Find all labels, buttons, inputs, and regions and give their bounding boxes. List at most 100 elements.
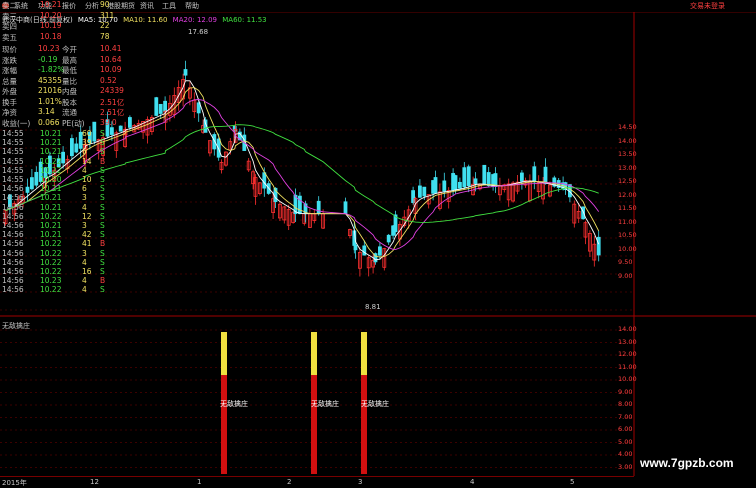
indicator-title: 无敌擒庄 — [2, 322, 30, 330]
tick-price: 10.21 — [40, 147, 62, 157]
stat-value: -1.82% — [38, 65, 65, 74]
tick-time: 14:55 — [2, 175, 24, 184]
price-tick-label: 12.50 — [618, 177, 637, 185]
candle-body — [457, 181, 462, 189]
date-label: 1 — [197, 478, 202, 486]
candle-body — [377, 246, 382, 256]
stat-row: 涨幅 -1.82% 最低 10.09 — [0, 65, 122, 75]
candle-body — [532, 166, 537, 183]
stat-row: 外盘 21016 内盘 24339 — [0, 86, 124, 96]
price-tick-label: 11.50 — [618, 204, 637, 212]
stat-row: 涨跌 -0.19 最高 10.64 — [0, 55, 122, 65]
ask-volume: 78 — [100, 31, 110, 41]
indicator-tick-label: 14.00 — [618, 325, 637, 333]
tick-side: S — [100, 202, 105, 212]
tick-price: 10.22 — [40, 248, 62, 258]
stat-label: 内盘 — [62, 87, 77, 96]
date-label: 2 — [287, 478, 292, 486]
tick-side: S — [100, 184, 105, 194]
ask-row: 卖四 10.19 22 — [0, 21, 122, 31]
date-label: 3 — [358, 478, 363, 486]
stat-label: 收益(一) — [2, 118, 31, 128]
tick-time: 14:56 — [2, 239, 24, 249]
watermark: www.7gpzb.com — [640, 456, 734, 470]
stat-label: 总量 — [2, 76, 17, 86]
stat-row: 总量 45355 量比 0.52 — [0, 76, 122, 86]
stat-value: 0.066 — [38, 117, 60, 127]
stat-label: PE(动) — [62, 118, 85, 128]
candle-body — [386, 234, 391, 243]
tick-volume: 3 — [82, 221, 87, 230]
candle-body — [362, 245, 367, 256]
tick-price: 10.22 — [40, 211, 62, 221]
tick-volume: 42 — [82, 230, 92, 240]
price-tick-label: 9.50 — [618, 258, 633, 266]
indicator-tick-label: 6.00 — [618, 425, 633, 433]
tick-volume: 6 — [82, 184, 87, 194]
tick-side: S — [100, 285, 105, 295]
tick-side: S — [100, 138, 105, 148]
candle-body — [183, 69, 188, 76]
stat-label: 现价 — [2, 45, 17, 54]
tick-volume: 39 — [82, 138, 92, 148]
price-tick-label: 14.00 — [618, 136, 637, 145]
price-tick-label: 11.00 — [618, 217, 637, 226]
tick-price: 10.21 — [40, 184, 62, 194]
tick-side: S — [100, 248, 105, 258]
tick-volume: 4 — [82, 202, 87, 212]
stat-label: 外盘 — [2, 87, 17, 96]
ask-row: 卖五 10.18 78 — [0, 32, 122, 42]
tick-time: 14:56 — [2, 221, 24, 230]
indicator-tick-label: 5.00 — [618, 437, 633, 446]
tick-volume: 3 — [82, 248, 87, 258]
ask-label: 卖三 — [2, 11, 17, 21]
tick-volume: 12 — [82, 211, 92, 221]
tick-time: 14:56 — [2, 257, 24, 267]
candle-body — [316, 200, 321, 215]
stat-label: 涨幅 — [2, 66, 17, 75]
tick-time: 14:55 — [2, 156, 24, 166]
low-annotation: 8.81 — [365, 303, 381, 311]
stat-value: 2.51亿 — [100, 97, 125, 107]
tick-time: 14:56 — [2, 267, 24, 276]
tick-side: B — [100, 276, 106, 286]
ask-volume: 311 — [100, 10, 115, 20]
signal-label-2: 无敌擒庄 — [311, 400, 339, 408]
tick-price: 10.21 — [40, 221, 62, 230]
price-tick-label: 9.00 — [618, 271, 633, 280]
indicator-tick-label: 4.00 — [618, 450, 633, 458]
tick-price: 10.21 — [40, 138, 62, 148]
tick-volume: 60 — [82, 129, 92, 138]
ask-volume: 22 — [100, 21, 110, 30]
candle-body — [417, 185, 422, 198]
tick-side: B — [100, 239, 106, 249]
tick-volume: 41 — [82, 239, 92, 249]
tick-side: S — [100, 129, 105, 138]
stat-label: 量比 — [62, 76, 77, 86]
stat-row: 收益(一) 0.066 PE(动) 39.0 — [0, 118, 122, 128]
stat-label: 股本 — [62, 97, 77, 107]
ask-volume: 90 — [100, 0, 110, 9]
stat-label: 今开 — [62, 45, 77, 54]
stat-value: 10.41 — [100, 44, 122, 53]
tick-time: 14:56 — [2, 211, 24, 221]
candle-body — [422, 186, 427, 197]
tick-time: 14:56 — [2, 202, 24, 212]
stat-value: -0.19 — [38, 54, 58, 64]
signal-bar-yellow — [361, 332, 367, 375]
stat-label: 净资 — [2, 108, 17, 117]
ask-price: 10.18 — [40, 31, 62, 41]
tick-volume: 4 — [82, 257, 87, 267]
price-tick-label: 12.00 — [618, 190, 637, 199]
tick-time: 14:56 — [2, 276, 24, 286]
signal-label-1: 无敌擒庄 — [220, 400, 248, 408]
indicator-tick-label: 12.00 — [618, 350, 637, 358]
tick-volume: 16 — [82, 267, 92, 276]
stat-value: 1.01% — [38, 96, 62, 106]
tick-volume: 10 — [82, 175, 92, 184]
tick-side: S — [100, 193, 105, 203]
stat-value: 21016 — [38, 86, 62, 95]
tick-volume: 4 — [82, 285, 87, 295]
ask-row: 卖三 10.20 311 — [0, 11, 122, 21]
stat-value: 45355 — [38, 75, 62, 85]
